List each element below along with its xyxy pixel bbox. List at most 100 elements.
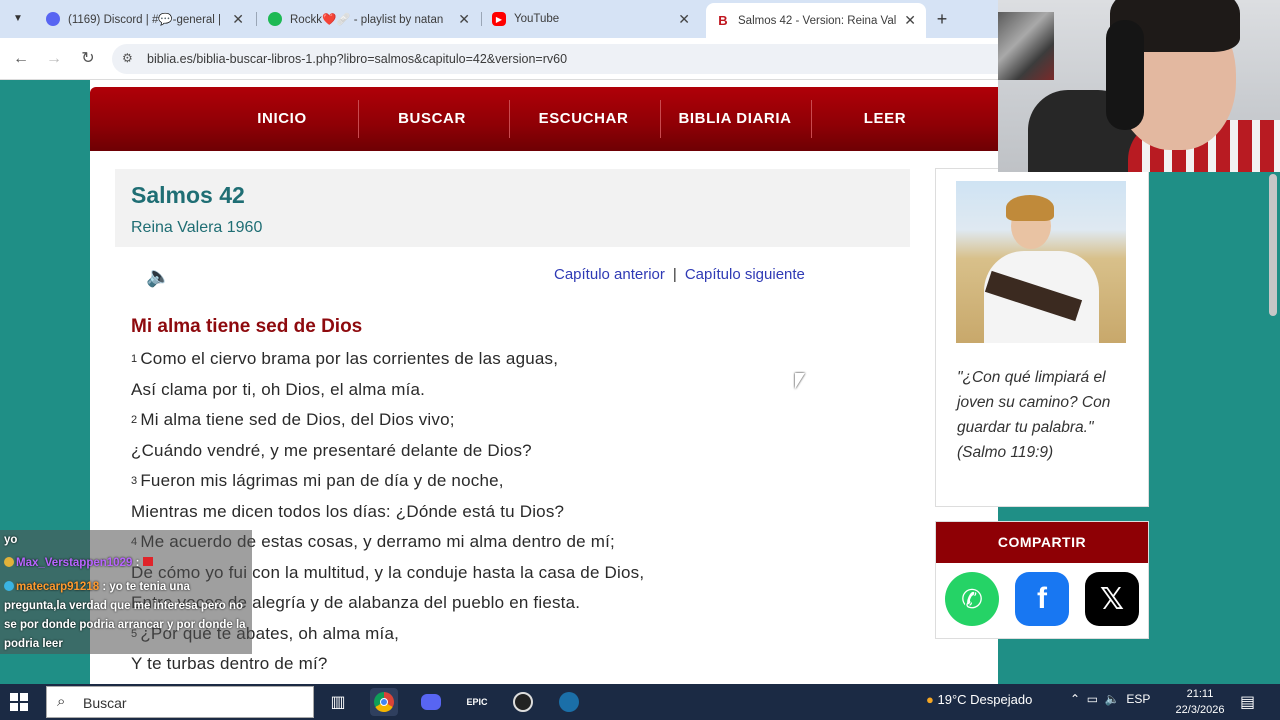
verse-text: ¿Cuándo vendré, y me presentaré delante … <box>131 440 532 460</box>
close-icon[interactable]: ✕ <box>678 11 690 28</box>
address-bar[interactable]: ⚙ biblia.es/biblia-buscar-libros-1.php?l… <box>112 44 1012 74</box>
heart-emote-icon <box>142 557 153 566</box>
steam-icon[interactable] <box>555 688 583 716</box>
reload-icon[interactable]: ↻ <box>77 48 99 70</box>
chapter-nav-separator: | <box>672 266 677 283</box>
share-box: COMPARTIR ✆ f 𝕏 <box>935 521 1149 639</box>
share-title: COMPARTIR <box>936 522 1148 563</box>
epic-games-icon[interactable]: EPIC <box>463 688 491 716</box>
clock-date: 22/3/2026 <box>1175 704 1225 716</box>
sidebar-quote: "¿Con qué limpiará el joven su camino? C… <box>957 369 1111 461</box>
scrollbar-thumb[interactable] <box>1269 174 1277 316</box>
search-icon: ⌕ <box>57 693 66 710</box>
youtube-favicon-icon: ▶ <box>492 12 506 26</box>
obs-icon[interactable] <box>509 688 537 716</box>
url-text[interactable]: biblia.es/biblia-buscar-libros-1.php?lib… <box>147 52 567 66</box>
spotify-favicon-icon <box>268 12 282 26</box>
sub-badge-icon <box>4 581 14 591</box>
chat-text: : yo te tenia una <box>102 581 190 593</box>
version-label: Reina Valera 1960 <box>131 219 263 236</box>
tab-title: Rockk❤️🩹 - playlist by natan <box>290 14 444 26</box>
whatsapp-icon: ✆ <box>961 583 983 614</box>
chrome-icon[interactable] <box>370 688 398 716</box>
site-navbar: INICIO BUSCAR ESCUCHAR BIBLIA DIARIA LEE… <box>90 87 998 151</box>
tab-spotify[interactable]: Rockk❤️🩹 - playlist by natan ✕ <box>258 4 480 34</box>
close-icon[interactable]: ✕ <box>904 12 916 29</box>
verse-line: 3 Fueron mis lágrimas mi pan de día y de … <box>131 471 644 502</box>
nav-escuchar[interactable]: ESCUCHAR <box>520 87 647 151</box>
weather-sun-icon: ● <box>926 692 934 707</box>
new-tab-button[interactable]: + <box>930 8 954 30</box>
tab-title: Salmos 42 - Version: Reina Vale <box>738 14 897 27</box>
nav-leer[interactable]: LEER <box>830 87 940 151</box>
close-icon[interactable]: ✕ <box>232 11 244 28</box>
speaker-icon[interactable]: 🔈 <box>146 264 171 289</box>
back-arrow-icon[interactable]: ← <box>10 48 32 70</box>
sidebar-quote-box: "¿Con qué limpiará el joven su camino? C… <box>935 168 1149 507</box>
nav-biblia-diaria[interactable]: BIBLIA DIARIA <box>670 87 800 151</box>
page-title: Salmos 42 <box>131 182 245 208</box>
tab-salmos-active[interactable]: B Salmos 42 - Version: Reina Vale ✕ <box>706 3 926 38</box>
stream-chat-overlay: yo Max_Verstappen1029 : matecarp91218 : … <box>0 530 252 654</box>
verse-text: Así clama por ti, oh Dios, el alma mía. <box>131 379 426 399</box>
weather-widget[interactable]: ● 19°C Despejado <box>926 692 1032 707</box>
verse-line: Y te turbas dentro de mí? <box>131 654 644 685</box>
system-tray: ⌃ ▭ 🔈 ESP <box>1070 692 1150 706</box>
verse-line: ¿Cuándo vendré, y me presentaré delante … <box>131 441 644 472</box>
tab-title: (1169) Discord | #💬-general | f <box>68 14 225 26</box>
site-info-icon[interactable]: ⚙ <box>122 51 133 65</box>
discord-favicon-icon <box>46 12 60 26</box>
verse-number: 2 <box>131 414 138 426</box>
nav-inicio[interactable]: INICIO <box>220 87 344 151</box>
chat-text: podria leer <box>4 638 63 650</box>
tab-search-chevron-icon[interactable]: ▼ <box>8 10 28 28</box>
verse-line: 1 Como el ciervo brama por las corrientes… <box>131 349 644 380</box>
close-icon[interactable]: ✕ <box>458 11 470 28</box>
verse-number: 3 <box>131 475 138 487</box>
forward-arrow-icon[interactable]: → <box>43 48 65 70</box>
previous-chapter-link[interactable]: Capítulo anterior <box>554 266 665 283</box>
clock-time: 21:11 <box>1186 688 1214 700</box>
chat-message: podria leer <box>4 638 63 650</box>
tab-divider <box>256 12 257 26</box>
image-figure-hair <box>1006 195 1054 221</box>
nav-buscar[interactable]: BUSCAR <box>372 87 492 151</box>
taskbar-clock[interactable]: 21:11 22/3/2026 <box>1172 686 1228 718</box>
chat-message: se por donde podria arrancar y por donde… <box>4 619 246 631</box>
biblia-favicon-icon: B <box>718 13 728 28</box>
mouse-cursor-icon <box>795 373 805 389</box>
chat-username: matecarp91218 <box>16 581 100 593</box>
chat-message: Max_Verstappen1029 : <box>4 557 153 569</box>
reading-boy-image <box>956 181 1126 343</box>
taskbar-search-input[interactable]: ⌕ Buscar <box>46 686 314 718</box>
nav-divider <box>811 100 812 138</box>
facebook-share-button[interactable]: f <box>1015 572 1069 626</box>
chat-text: pregunta,la verdad que me interesa pero … <box>4 600 244 612</box>
weather-text: 19°C Despejado <box>937 692 1033 707</box>
sub-badge-icon <box>4 557 14 567</box>
whatsapp-share-button[interactable]: ✆ <box>945 572 999 626</box>
wall-poster <box>998 12 1054 80</box>
nav-divider <box>358 100 359 138</box>
verse-number: 1 <box>131 353 138 365</box>
x-icon: 𝕏 <box>1099 581 1125 617</box>
verse-text: Y te turbas dentro de mí? <box>131 654 328 673</box>
x-share-button[interactable]: 𝕏 <box>1085 572 1139 626</box>
page-scrollbar[interactable] <box>1266 172 1280 684</box>
volume-icon[interactable]: 🔈 <box>1105 692 1120 706</box>
tray-chevron-icon[interactable]: ⌃ <box>1070 692 1080 706</box>
headphones <box>1106 20 1144 130</box>
windows-start-icon[interactable] <box>10 693 28 711</box>
nav-divider <box>509 100 510 138</box>
chat-message: pregunta,la verdad que me interesa pero … <box>4 600 243 612</box>
discord-icon[interactable] <box>417 688 445 716</box>
verse-text: Fueron mis lágrimas mi pan de día y de n… <box>140 471 504 490</box>
language-indicator[interactable]: ESP <box>1126 692 1150 706</box>
task-view-icon[interactable]: ▥ <box>324 688 352 716</box>
tab-youtube[interactable]: ▶ YouTube ✕ <box>482 4 700 34</box>
next-chapter-link[interactable]: Capítulo siguiente <box>685 266 805 283</box>
network-icon[interactable]: ▭ <box>1087 692 1098 706</box>
notification-icon[interactable]: ▤ <box>1240 692 1255 712</box>
tab-discord[interactable]: (1169) Discord | #💬-general | f ✕ <box>36 4 254 34</box>
verse-line: 2 Mi alma tiene sed de Dios, del Dios viv… <box>131 410 644 441</box>
